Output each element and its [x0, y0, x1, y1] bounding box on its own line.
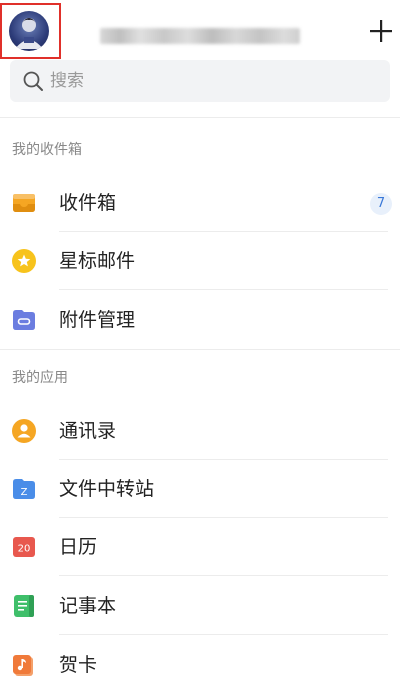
row-label: 文件中转站 [59, 478, 155, 500]
row-label: 通讯录 [59, 420, 117, 442]
calendar-glyph: 20 [18, 544, 31, 555]
folder-glyph: Z [21, 487, 28, 498]
header-bar [0, 0, 400, 59]
divider [0, 349, 400, 350]
username-blurred [100, 28, 300, 44]
section-title-apps: 我的应用 [12, 370, 68, 386]
notepad-icon [14, 595, 34, 617]
avatar-highlight-box[interactable] [0, 3, 61, 59]
unread-count-badge: 7 [370, 193, 392, 215]
search-bar[interactable] [10, 60, 390, 102]
inbox-icon [13, 194, 35, 212]
avatar-image [15, 18, 43, 49]
divider [59, 575, 388, 576]
calendar-icon: 20 [13, 537, 35, 557]
greeting-card-icon [13, 655, 33, 676]
row-label: 星标邮件 [59, 250, 136, 272]
folder-icon: Z [13, 479, 35, 499]
search-icon [23, 71, 43, 91]
star-icon [12, 249, 36, 273]
row-label: 记事本 [59, 595, 117, 617]
plus-icon [370, 20, 392, 42]
row-contacts[interactable]: 通讯录 [0, 402, 400, 460]
divider [0, 117, 400, 118]
row-label: 附件管理 [59, 309, 136, 331]
row-greeting-cards[interactable]: 贺卡 [0, 636, 400, 694]
divider [59, 634, 388, 635]
row-starred-mail[interactable]: 星标邮件 [0, 232, 400, 290]
row-label: 日历 [59, 536, 98, 558]
row-notepad[interactable]: 记事本 [0, 577, 400, 635]
row-file-transfer[interactable]: Z 文件中转站 [0, 460, 400, 518]
contacts-icon [12, 419, 36, 443]
row-label: 贺卡 [59, 654, 98, 676]
row-attachments[interactable]: 附件管理 [0, 291, 400, 349]
section-title-mailbox: 我的收件箱 [12, 142, 82, 158]
add-button[interactable] [368, 18, 394, 44]
row-label: 收件箱 [59, 192, 117, 214]
row-inbox[interactable]: 收件箱 7 [0, 174, 400, 232]
search-input[interactable] [50, 60, 370, 102]
avatar[interactable] [9, 11, 49, 51]
attachment-icon [13, 310, 35, 330]
divider [59, 289, 388, 290]
row-calendar[interactable]: 20 日历 [0, 518, 400, 576]
